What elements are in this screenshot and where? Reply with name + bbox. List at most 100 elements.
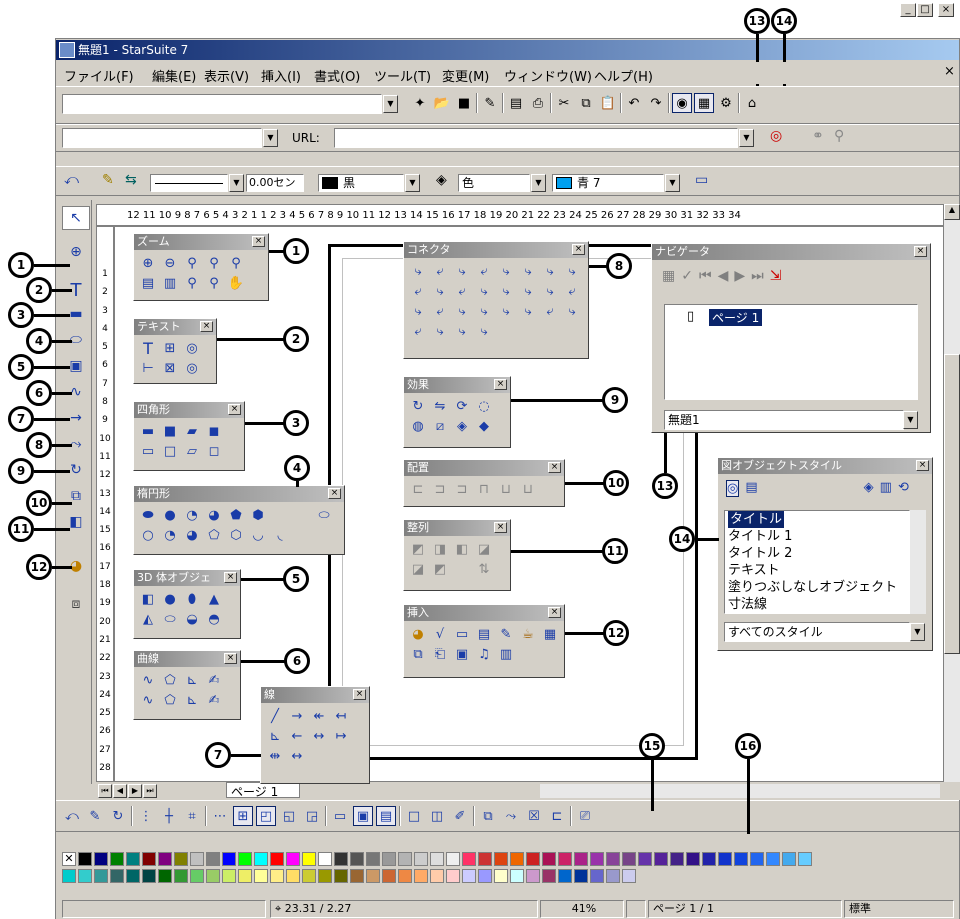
color-swatch[interactable] <box>270 869 284 883</box>
graphics-styles-icon[interactable]: ◎ <box>726 480 740 497</box>
bookmark-icon[interactable]: ◎ <box>770 128 782 144</box>
color-swatch[interactable] <box>414 869 428 883</box>
snap-lines-icon[interactable]: ┼ <box>159 806 179 826</box>
connector-icon[interactable]: ⤶ <box>407 321 429 341</box>
cylinder-icon[interactable]: ⬮ <box>181 589 203 609</box>
color-swatch[interactable] <box>382 852 396 866</box>
zoom-in-icon[interactable]: ⊕ <box>137 253 159 273</box>
return-icon[interactable]: ⤺ <box>64 172 79 188</box>
square-filled-icon[interactable]: ■ <box>159 421 181 441</box>
color-swatch[interactable] <box>526 852 540 866</box>
line-square-ends-icon[interactable]: ↦ <box>330 726 352 746</box>
circle-filled-icon[interactable]: ● <box>159 505 181 525</box>
line-45-icon[interactable]: ⊾ <box>264 726 286 746</box>
connector-icon[interactable]: ⤷ <box>561 261 583 281</box>
line-icon[interactable]: ╱ <box>264 706 286 726</box>
color-swatch[interactable] <box>702 852 716 866</box>
dropdown-arrow-icon[interactable]: ▼ <box>383 95 398 113</box>
scroll-thumb[interactable] <box>944 354 960 654</box>
line-arrow-end-icon[interactable]: → <box>286 706 308 726</box>
dropdown-arrow-icon[interactable]: ▼ <box>903 411 918 429</box>
color-swatch[interactable] <box>62 869 76 883</box>
color-swatch[interactable] <box>430 869 444 883</box>
cut-icon[interactable]: ✂ <box>554 93 574 113</box>
color-swatch[interactable] <box>398 852 412 866</box>
cube-icon[interactable]: ◧ <box>137 589 159 609</box>
style-item[interactable]: 寸法線 <box>728 596 909 613</box>
freeform-filled-icon[interactable]: ✍ <box>203 670 225 690</box>
help-icon[interactable]: ⌂ <box>742 93 762 113</box>
color-swatch[interactable] <box>206 869 220 883</box>
color-swatch[interactable] <box>510 852 524 866</box>
menu-edit[interactable]: 編集(E) <box>152 66 196 85</box>
ellipse-arc-icon[interactable]: ◡ <box>247 525 269 545</box>
color-swatch[interactable] <box>622 869 636 883</box>
connector-icon[interactable]: ⤷ <box>407 261 429 281</box>
line-color-field[interactable]: 黒 <box>318 174 404 192</box>
vertical-callout-icon[interactable]: ◎ <box>181 358 203 378</box>
align-options-icon[interactable]: ⊏ <box>547 806 567 826</box>
next-slide-icon[interactable]: ▶ <box>734 268 745 284</box>
color-swatch[interactable] <box>542 869 556 883</box>
bring-forward-icon[interactable]: ◨ <box>429 539 451 559</box>
color-swatch[interactable] <box>158 869 172 883</box>
color-swatch[interactable] <box>318 869 332 883</box>
color-swatch[interactable] <box>494 852 508 866</box>
load-url-field[interactable] <box>62 94 382 114</box>
color-swatch[interactable] <box>542 852 556 866</box>
ellipse-filled-icon[interactable]: ⬬ <box>137 505 159 525</box>
color-swatch[interactable] <box>478 869 492 883</box>
color-swatch[interactable] <box>606 852 620 866</box>
circle-segment-icon[interactable]: ⬡ <box>225 525 247 545</box>
rounded-square-icon[interactable]: ◻ <box>203 441 225 461</box>
circle-segment-filled-icon[interactable]: ⬢ <box>247 505 269 525</box>
connector-icon[interactable]: ⤷ <box>473 281 495 301</box>
color-swatch[interactable] <box>142 852 156 866</box>
presentation-styles-icon[interactable]: ▤ <box>745 480 757 497</box>
connector-icon[interactable]: ⤷ <box>561 301 583 321</box>
line-circle-arrow-icon[interactable]: ↞ <box>308 706 330 726</box>
zoom-previous-icon[interactable]: ⚲ <box>203 253 225 273</box>
polygon-icon[interactable]: ⬠ <box>159 690 181 710</box>
line-icon[interactable]: ✎ <box>102 172 114 188</box>
connector-icon[interactable]: ⤷ <box>495 281 517 301</box>
color-swatch[interactable] <box>430 852 444 866</box>
edit-file-icon[interactable]: ✎ <box>480 93 500 113</box>
connector-icon[interactable]: ⤷ <box>539 261 561 281</box>
zoom-readout[interactable]: 41% <box>540 900 624 918</box>
ellipse-icon[interactable]: ⬭ <box>313 505 335 525</box>
line-style-field[interactable] <box>150 174 228 192</box>
color-swatch[interactable] <box>670 852 684 866</box>
close-icon[interactable]: × <box>914 246 927 257</box>
color-swatch[interactable] <box>110 869 124 883</box>
connector-icon[interactable]: ⤷ <box>451 321 473 341</box>
color-swatch[interactable] <box>158 852 172 866</box>
insert-slide-icon[interactable]: ⧉ <box>407 644 429 664</box>
navigator-tree[interactable]: ▯ ページ 1 <box>664 304 918 400</box>
ellipse-segment-icon[interactable]: ⬠ <box>203 525 225 545</box>
color-swatch[interactable] <box>238 852 252 866</box>
align-right-icon[interactable]: ⊐ <box>451 479 473 499</box>
color-swatch[interactable] <box>718 852 732 866</box>
menu-modify[interactable]: 変更(M) <box>442 66 489 85</box>
color-swatch[interactable] <box>766 852 780 866</box>
ellipse-pie-filled-icon[interactable]: ◔ <box>181 505 203 525</box>
connector-icon[interactable]: ⤷ <box>517 261 539 281</box>
connector-icon[interactable]: ⤷ <box>451 301 473 321</box>
guides-icon[interactable]: ⌗ <box>182 806 202 826</box>
chart-icon[interactable]: ◕ <box>407 624 429 644</box>
color-swatch[interactable] <box>638 852 652 866</box>
in-front-object-icon[interactable]: ◪ <box>407 559 429 579</box>
color-swatch[interactable] <box>110 852 124 866</box>
color-swatch[interactable] <box>782 852 796 866</box>
rotate-effect-icon[interactable]: ↻ <box>407 396 429 416</box>
spellcheck-options-icon[interactable]: ☒ <box>524 806 544 826</box>
dropdown-arrow-icon[interactable]: ▼ <box>229 174 244 192</box>
connector-icon[interactable]: ⤷ <box>495 301 517 321</box>
close-icon[interactable]: × <box>200 321 213 332</box>
close-icon[interactable]: × <box>938 3 954 17</box>
link-icon[interactable]: ⚭ <box>812 128 824 144</box>
simple-handles-icon[interactable]: □ <box>404 806 424 826</box>
color-swatch[interactable] <box>462 852 476 866</box>
zoom-out-icon[interactable]: ⊖ <box>159 253 181 273</box>
